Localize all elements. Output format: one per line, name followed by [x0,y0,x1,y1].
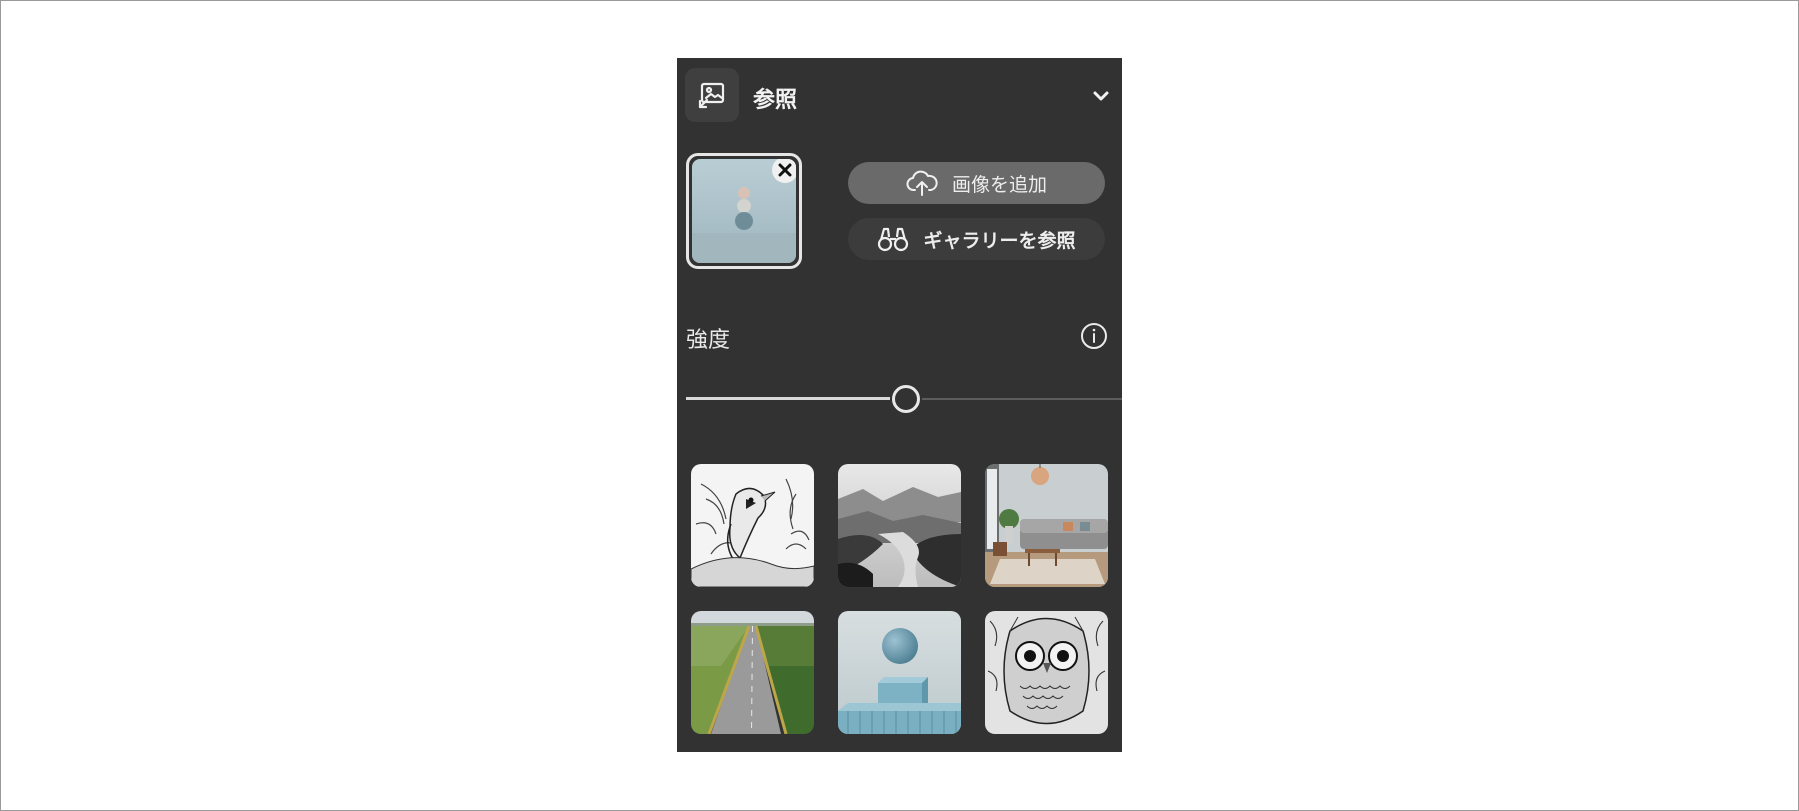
strength-label: 強度 [686,328,731,353]
gallery-grid [691,464,1108,734]
add-image-button[interactable]: 画像を追加 [848,162,1105,204]
gallery-tile-owl-sketch[interactable] [985,611,1108,734]
strength-slider[interactable] [686,384,1122,414]
reference-image [692,159,796,263]
close-icon[interactable] [772,159,796,183]
panel-title: 参照 [753,88,798,113]
slider-track-filled [686,397,890,400]
slider-handle[interactable] [892,385,920,413]
slider-track-empty [922,398,1122,400]
gallery-tile-misty-river[interactable] [838,464,961,587]
reference-panel: 参照 画像を追加 ギャラリーを参照 強度 [677,58,1122,752]
gallery-tile-sphere-cube[interactable] [838,611,961,734]
chevron-down-icon[interactable] [1090,85,1112,107]
add-image-label: 画像を追加 [951,173,1047,196]
gallery-tile-road-fields[interactable] [691,611,814,734]
cloud-upload-icon [906,169,938,197]
image-reference-icon [685,68,739,122]
binoculars-icon [877,225,909,253]
browse-gallery-button[interactable]: ギャラリーを参照 [848,218,1105,260]
gallery-tile-living-room[interactable] [985,464,1108,587]
gallery-tile-bird-sketch[interactable] [691,464,814,587]
info-icon[interactable] [1080,322,1108,350]
reference-thumbnail[interactable] [686,153,802,269]
browse-gallery-label: ギャラリーを参照 [923,229,1076,252]
